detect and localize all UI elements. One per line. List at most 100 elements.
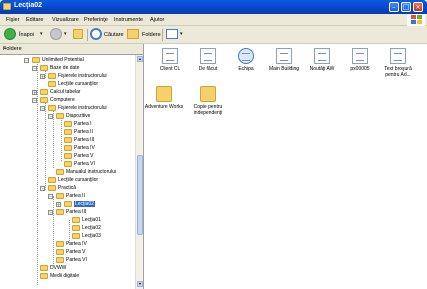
tree-item[interactable]: − Practică [40, 185, 135, 192]
tree-item-label[interactable]: Fişierele instructorului [58, 105, 107, 111]
tree-expander-icon[interactable]: − [48, 114, 53, 119]
tree-expander-icon[interactable]: − [32, 98, 37, 103]
file-item[interactable]: Client CL [150, 48, 190, 82]
tree-item-label[interactable]: Lecţia02 [74, 201, 95, 207]
tree-item[interactable]: − Partea II [48, 193, 135, 200]
views-dropdown-icon[interactable]: ▾ [180, 31, 183, 45]
tree-item-label[interactable]: Fişierele instructorului [58, 73, 107, 79]
tree-item-label[interactable]: Partea VI [66, 257, 87, 263]
tree-item[interactable]: Partea IV [48, 241, 135, 248]
file-item[interactable]: Noutăţi AW [302, 48, 342, 82]
tree-item[interactable]: + Fişierele instructorului [40, 73, 135, 80]
tree-item[interactable]: − Partea III [48, 209, 135, 216]
tree-expander-icon[interactable]: − [40, 186, 45, 191]
back-dropdown-icon[interactable]: ▾ [40, 31, 43, 45]
tree-expander-icon[interactable]: + [40, 74, 45, 79]
tree-item-label[interactable]: Unlimited Potential [42, 57, 84, 63]
menu-favorites[interactable]: Preferinţe [84, 17, 108, 23]
search-icon[interactable] [90, 28, 102, 40]
tree-item[interactable]: Partea I [56, 121, 135, 128]
file-item[interactable]: Copie pentru independenţi [188, 86, 228, 120]
tree-item[interactable]: − Computere [32, 97, 135, 104]
tree-item[interactable]: Lecţia02 [64, 225, 135, 232]
tree-expander-icon[interactable]: − [40, 106, 45, 111]
tree-item-label[interactable]: Partea IV [74, 145, 95, 151]
menu-file[interactable]: Fişier [6, 17, 19, 23]
forward-arrow-icon[interactable] [50, 28, 62, 40]
file-item[interactable]: Adventure Works [144, 86, 184, 120]
tree-item[interactable]: Lecţia03 [64, 233, 135, 240]
tree-item[interactable]: Partea IV [56, 145, 135, 152]
tree-item[interactable]: Lecţiile cursanţilor [40, 177, 135, 184]
tree-item-label[interactable]: Practică [58, 185, 76, 191]
tree-item[interactable]: Partea VI [48, 257, 135, 264]
folder-icon [40, 65, 48, 71]
tree-item-label[interactable]: Lecţiile cursanţilor [58, 177, 98, 183]
close-icon[interactable]: × [3, 46, 140, 52]
tree-item[interactable]: − Unlimited Potential [24, 57, 134, 64]
menu-tools[interactable]: Instrumente [114, 17, 143, 23]
views-icon[interactable] [166, 29, 178, 39]
tree-item-label[interactable]: Partea IV [66, 241, 87, 247]
file-item[interactable]: Echipa [226, 48, 266, 82]
tree-item[interactable]: − Diapozitive [48, 113, 135, 120]
folder-icon [64, 153, 72, 159]
menu-view[interactable]: Vizualizare [52, 17, 79, 23]
tree-item-label[interactable]: Calcul tabelar [50, 89, 81, 95]
menu-edit[interactable]: Editare [26, 17, 43, 23]
up-folder-icon[interactable] [73, 29, 83, 39]
tree-item[interactable]: DVWW [32, 265, 135, 272]
tree-item[interactable]: Medii digitale [32, 273, 135, 280]
tree-item-label[interactable]: Partea II [74, 129, 93, 135]
tree-item[interactable]: Lecţia01 [64, 217, 135, 224]
tree-item-label[interactable]: Lecţia01 [82, 217, 101, 223]
file-item[interactable]: De făcut [188, 48, 228, 82]
tree-scrollbar[interactable]: ▴ ▾ [135, 55, 143, 289]
tree-item[interactable]: − Baze de date [32, 65, 135, 72]
tree-expander-icon[interactable]: − [48, 194, 53, 199]
maximize-button[interactable]: □ [401, 2, 411, 12]
close-button[interactable]: × [413, 2, 423, 12]
tree-item-label[interactable]: Partea VI [74, 161, 95, 167]
tree-item[interactable]: Partea VI [56, 161, 135, 168]
tree-item-label[interactable]: Partea III [66, 209, 86, 215]
file-item[interactable]: Main Building [264, 48, 304, 82]
tree-item-label[interactable]: Partea V [74, 153, 93, 159]
tree-item-label[interactable]: Lecţia02 [82, 225, 101, 231]
menu-help[interactable]: Ajutor [150, 17, 164, 23]
tree-expander-icon[interactable]: − [32, 66, 37, 71]
file-item[interactable]: Text broşură pentru Ad... [378, 48, 418, 82]
folders-icon[interactable] [127, 29, 139, 39]
tree-expander-icon[interactable]: − [24, 58, 29, 63]
tree-item[interactable]: + Lecţia02 [56, 201, 135, 208]
tree-item[interactable]: Partea II [56, 129, 135, 136]
tree-item-label[interactable]: Diapozitive [66, 113, 90, 119]
minimize-button[interactable]: – [389, 2, 399, 12]
tree-item-label[interactable]: Baze de date [50, 65, 79, 71]
tree-item-label[interactable]: Partea V [66, 249, 85, 255]
tree-expander-icon[interactable]: − [48, 210, 53, 215]
tree-item-label[interactable]: Manualul instructorului [66, 169, 116, 175]
file-item[interactable]: px00005 [340, 48, 380, 82]
forward-dropdown-icon[interactable]: ▾ [64, 31, 67, 45]
tree-item[interactable]: Manualul instructorului [48, 169, 135, 176]
tree-item-label[interactable]: Lecţia03 [82, 233, 101, 239]
tree-item-label[interactable]: Medii digitale [50, 273, 79, 279]
tree-item-label[interactable]: Partea II [66, 193, 85, 199]
tree-item-label[interactable]: Lecţiile cursanţilor [58, 81, 98, 87]
file-list-pane: Client CL De făcut Echipa Main Building Nout… [143, 44, 427, 289]
tree-item[interactable]: − Fişierele instructorului [40, 105, 135, 112]
tree-item[interactable]: Partea III [56, 137, 135, 144]
folder-icon [3, 3, 11, 10]
tree-item[interactable]: Partea V [48, 249, 135, 256]
tree-item-label[interactable]: Partea III [74, 137, 94, 143]
tree-expander-icon[interactable]: + [56, 202, 61, 207]
tree-item-label[interactable]: Computere [50, 97, 75, 103]
tree-item-label[interactable]: DVWW [50, 265, 66, 271]
tree-item[interactable]: Partea V [56, 153, 135, 160]
back-arrow-icon[interactable] [4, 28, 16, 40]
tree-item[interactable]: + Calcul tabelar [32, 89, 135, 96]
tree-expander-icon[interactable]: + [32, 90, 37, 95]
tree-item-label[interactable]: Partea I [74, 121, 92, 127]
tree-item[interactable]: Lecţiile cursanţilor [40, 81, 135, 88]
